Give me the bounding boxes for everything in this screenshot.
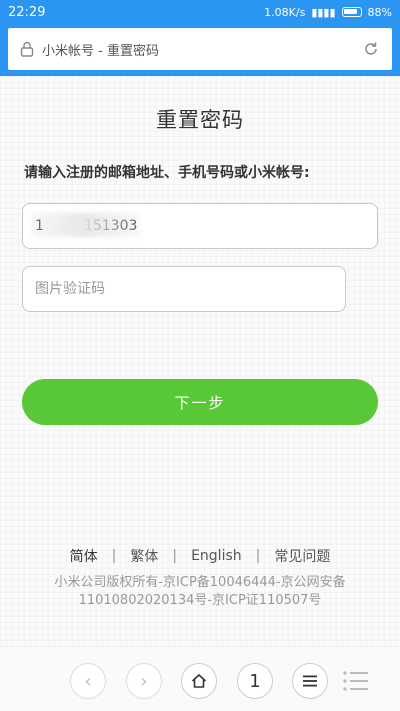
address-text: 小米帐号 - 重置密码 xyxy=(42,43,159,59)
redaction-blur xyxy=(30,213,140,237)
lock-icon xyxy=(20,41,34,57)
reload-icon[interactable] xyxy=(362,40,380,58)
battery-icon xyxy=(341,7,362,17)
menu-icon xyxy=(303,675,317,687)
link-simplified[interactable]: 简体 xyxy=(70,546,98,566)
page-title: 重置密码 xyxy=(156,108,244,132)
status-time: 22:29 xyxy=(8,4,46,20)
separator: | xyxy=(255,548,261,564)
forward-button[interactable]: › xyxy=(126,663,162,699)
tabs-count: 1 xyxy=(249,670,261,692)
battery-level: 88% xyxy=(367,5,392,19)
captcha-input[interactable] xyxy=(22,266,346,312)
menu-button[interactable] xyxy=(292,663,328,699)
language-links: 简体 | 繁体 | English | 常见问题 xyxy=(0,546,400,566)
network-speed: 1.08K/s xyxy=(264,5,306,19)
link-english[interactable]: English xyxy=(191,548,242,564)
link-faq[interactable]: 常见问题 xyxy=(274,546,330,566)
home-icon xyxy=(191,674,207,688)
browser-topbar: 小米帐号 - 重置密码 xyxy=(0,24,400,76)
link-traditional[interactable]: 繁体 xyxy=(130,546,158,566)
copyright-text: 小米公司版权所有-京ICP备10046444-京公网安备 11010802020… xyxy=(0,574,400,610)
signal-icon: ▮▮▮▮ xyxy=(311,5,336,19)
next-step-button[interactable]: 下一步 xyxy=(22,379,378,425)
chevron-right-icon: › xyxy=(140,670,148,692)
back-button[interactable]: ‹ xyxy=(70,663,106,699)
page-content: 重置密码 请输入注册的邮箱地址、手机号码或小米帐号: 下一步 简体 | 繁体 |… xyxy=(0,76,400,646)
status-bar: 22:29 1.08K/s ▮▮▮▮ 88% xyxy=(0,0,400,24)
instruction-label: 请输入注册的邮箱地址、手机号码或小米帐号: xyxy=(24,165,310,181)
status-indicators: 1.08K/s ▮▮▮▮ 88% xyxy=(264,6,392,19)
copyright-line-1: 小米公司版权所有-京ICP备10046444-京公网安备 xyxy=(54,575,346,590)
list-icon[interactable] xyxy=(342,669,370,693)
chevron-left-icon: ‹ xyxy=(84,670,92,692)
copyright-line-2: 11010802020134号-京ICP证110507号 xyxy=(78,593,322,608)
tabs-button[interactable]: 1 xyxy=(237,663,273,699)
address-bar[interactable]: 小米帐号 - 重置密码 xyxy=(8,28,392,70)
separator: | xyxy=(111,548,117,564)
home-button[interactable] xyxy=(181,663,217,699)
separator: | xyxy=(172,548,178,564)
browser-bottom-nav: ‹ › 1 xyxy=(0,646,400,711)
